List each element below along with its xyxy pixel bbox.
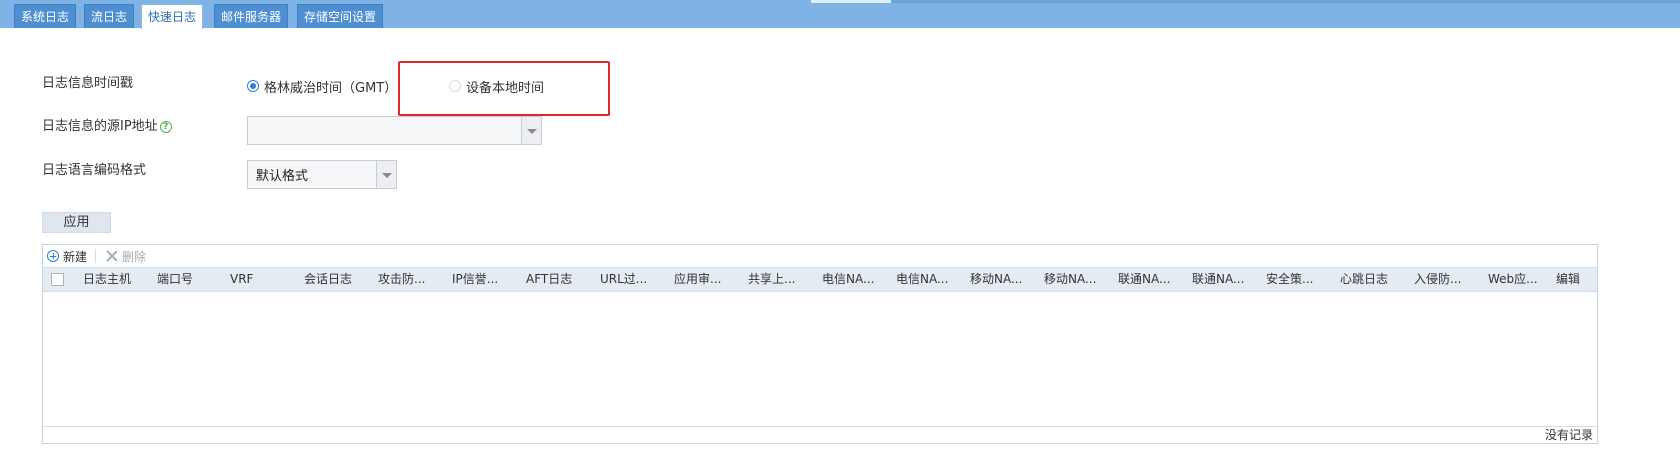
tab-system-log[interactable]: 系统日志 (14, 4, 77, 28)
delete-button-label: 删除 (122, 249, 147, 264)
tab-bar: 系统日志 流日志 快速日志 邮件服务器 存储空间设置 (0, 0, 1680, 29)
column-header[interactable]: 心跳日志 (1340, 268, 1388, 291)
apply-button[interactable]: 应用 (42, 212, 111, 233)
tab-storage-settings[interactable]: 存储空间设置 (297, 4, 384, 28)
toolbar-divider (95, 249, 97, 263)
column-header[interactable]: 日志主机 (83, 268, 131, 291)
column-header[interactable]: 电信NA... (896, 268, 948, 291)
column-header[interactable]: 入侵防... (1414, 268, 1461, 291)
column-header[interactable]: 移动NA... (1044, 268, 1096, 291)
chevron-down-icon[interactable] (376, 161, 396, 188)
log-host-grid: 新建 删除 日志主机 端口号 VRF 会话日志 攻击防... IP信誉... A… (42, 244, 1598, 444)
encoding-value: 默认格式 (256, 169, 309, 184)
timestamp-label: 日志信息时间戳 (42, 76, 134, 91)
column-header[interactable]: 端口号 (157, 268, 193, 291)
new-button-label: 新建 (63, 249, 88, 264)
column-header[interactable]: 联通NA... (1192, 268, 1244, 291)
help-icon[interactable]: ? (159, 121, 172, 133)
column-header[interactable]: 共享上... (748, 268, 795, 291)
column-header[interactable]: 应用审... (674, 268, 721, 291)
radio-gmt-label: 格林威治时间（GMT） (264, 80, 398, 96)
tab-mail-server[interactable]: 邮件服务器 (214, 4, 289, 28)
encoding-select[interactable]: 默认格式 (247, 160, 397, 189)
tab-bar-highlight (811, 0, 891, 3)
column-header[interactable]: Web应... (1488, 268, 1538, 291)
source-ip-label-text: 日志信息的源IP地址 (42, 119, 158, 134)
select-all-checkbox[interactable] (51, 273, 64, 286)
column-header[interactable]: 会话日志 (304, 268, 352, 291)
plus-icon (47, 250, 59, 262)
tab-flow-log[interactable]: 流日志 (84, 4, 135, 28)
chevron-down-icon[interactable] (521, 117, 541, 144)
column-header[interactable]: URL过... (600, 268, 647, 291)
source-ip-select[interactable] (247, 116, 542, 145)
column-header[interactable]: AFT日志 (526, 268, 572, 291)
column-header[interactable]: 编辑 (1556, 268, 1580, 291)
highlight-box (398, 61, 610, 116)
delete-icon (106, 250, 118, 262)
column-header[interactable]: 移动NA... (970, 268, 1022, 291)
grid-footer: 没有记录 (43, 426, 1597, 443)
source-ip-label: 日志信息的源IP地址? (42, 115, 172, 134)
radio-gmt-indicator[interactable] (247, 80, 259, 92)
delete-button[interactable]: 删除 (106, 248, 146, 265)
empty-records-text: 没有记录 (1544, 428, 1593, 442)
radio-gmt[interactable]: 格林威治时间（GMT） (247, 76, 397, 96)
column-header[interactable]: 攻击防... (378, 268, 425, 291)
encoding-label: 日志语言编码格式 (42, 163, 147, 178)
new-button[interactable]: 新建 (47, 248, 87, 265)
grid-toolbar: 新建 删除 (43, 245, 1597, 267)
column-header[interactable]: 电信NA... (822, 268, 874, 291)
tab-bar-highlight-right (891, 0, 1680, 3)
grid-header: 日志主机 端口号 VRF 会话日志 攻击防... IP信誉... AFT日志 U… (43, 267, 1597, 292)
column-header[interactable]: IP信誉... (452, 268, 498, 291)
tab-fast-log[interactable]: 快速日志 (141, 4, 204, 29)
column-header[interactable]: 联通NA... (1118, 268, 1170, 291)
column-header[interactable]: VRF (230, 268, 253, 291)
column-header[interactable]: 安全策... (1266, 268, 1313, 291)
